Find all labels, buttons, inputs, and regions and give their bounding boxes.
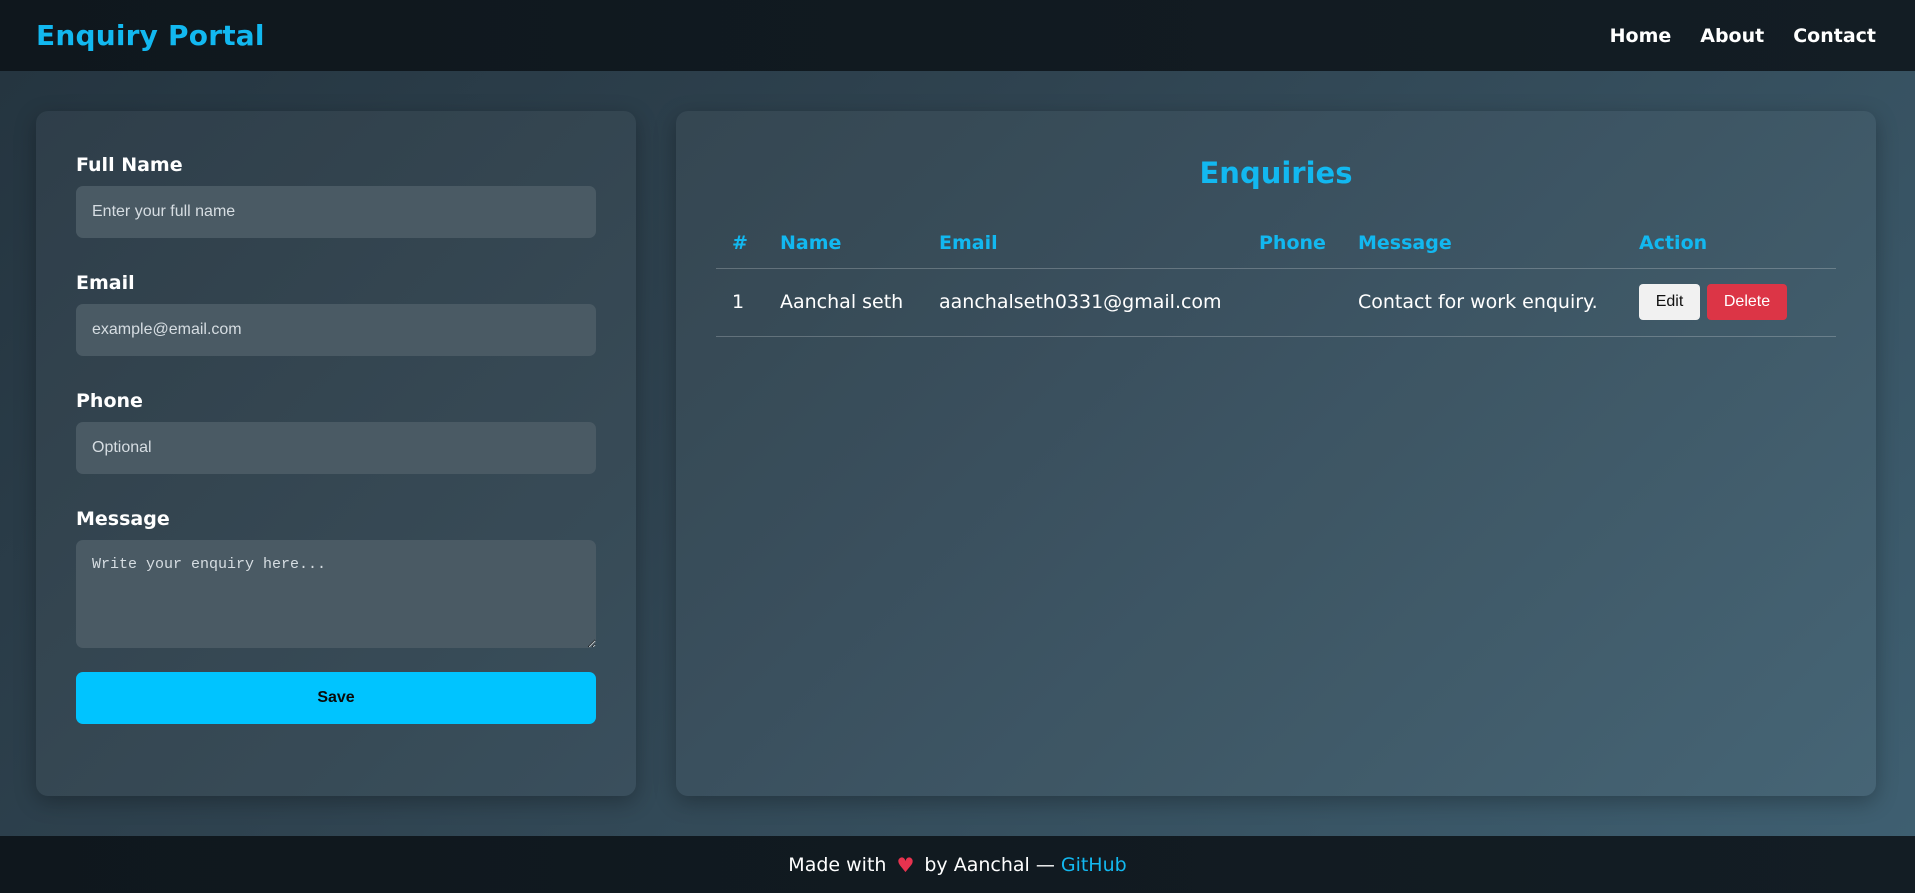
edit-button[interactable]: Edit xyxy=(1639,284,1700,320)
phone-label: Phone xyxy=(76,390,143,412)
email-label: Email xyxy=(76,272,135,294)
heart-icon: ♥ xyxy=(896,852,915,877)
save-button[interactable]: Save xyxy=(76,672,596,724)
nav-contact-link[interactable]: Contact xyxy=(1793,25,1876,47)
footer-made-with-text: Made with xyxy=(788,853,887,876)
phone-input[interactable] xyxy=(76,422,596,474)
navbar: Enquiry Portal Home About Contact xyxy=(0,0,1915,71)
row-email-cell: aanchalseth0331@gmail.com xyxy=(939,268,1259,337)
column-header-number: # xyxy=(716,218,780,269)
column-header-message: Message xyxy=(1358,218,1639,269)
message-textarea[interactable] xyxy=(76,540,596,648)
row-action-cell: Edit Delete xyxy=(1639,268,1836,337)
table-row: 1 Aanchal seth aanchalseth0331@gmail.com… xyxy=(716,268,1836,337)
full-name-label: Full Name xyxy=(76,154,183,176)
enquiries-table-panel: Enquiries # Name Email Phone Message Act… xyxy=(676,111,1876,796)
delete-button[interactable]: Delete xyxy=(1707,284,1787,320)
row-message-cell: Contact for work enquiry. xyxy=(1358,268,1639,337)
column-header-email: Email xyxy=(939,218,1259,269)
email-input[interactable] xyxy=(76,304,596,356)
github-link[interactable]: GitHub xyxy=(1061,854,1127,876)
enquiries-table: # Name Email Phone Message Action 1 Aanc… xyxy=(716,218,1836,337)
nav-about-link[interactable]: About xyxy=(1700,25,1764,47)
table-header-row: # Name Email Phone Message Action xyxy=(716,218,1836,269)
column-header-phone: Phone xyxy=(1259,218,1358,269)
full-name-input[interactable] xyxy=(76,186,596,238)
column-header-action: Action xyxy=(1639,218,1836,269)
footer: Made with ♥ by Aanchal — GitHub xyxy=(0,836,1915,893)
row-number-cell: 1 xyxy=(716,268,780,337)
nav-links: Home About Contact xyxy=(1610,25,1876,47)
brand-title[interactable]: Enquiry Portal xyxy=(36,19,265,52)
enquiries-title: Enquiries xyxy=(1199,156,1353,190)
message-label: Message xyxy=(76,508,170,530)
enquiry-form-panel: Full Name Email Phone Message Save xyxy=(36,111,636,796)
nav-home-link[interactable]: Home xyxy=(1610,25,1672,47)
footer-author-text: by Aanchal — xyxy=(924,853,1055,876)
row-name-cell: Aanchal seth xyxy=(780,268,939,337)
column-header-name: Name xyxy=(780,218,939,269)
row-phone-cell xyxy=(1259,268,1358,337)
